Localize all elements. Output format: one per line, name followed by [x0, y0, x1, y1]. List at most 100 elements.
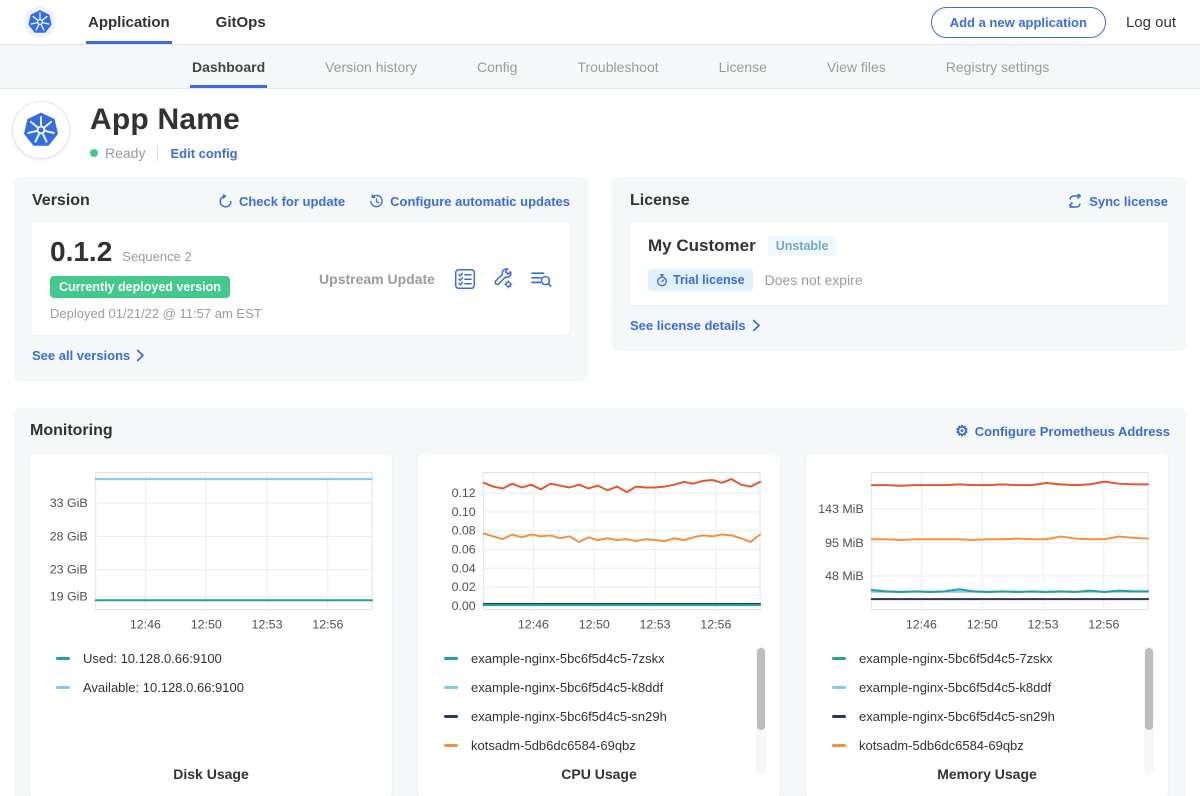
svg-text:12:50: 12:50 — [579, 618, 610, 632]
configure-prometheus-link[interactable]: ⚙ Configure Prometheus Address — [955, 424, 1170, 439]
cpu-usage-chart: 0.000.020.040.060.080.100.1212:4612:5012… — [430, 464, 768, 636]
disk-usage-chart-card: 19 GiB23 GiB28 GiB33 GiB12:4612:5012:531… — [30, 454, 392, 796]
app-sub-nav: Dashboard Version history Config Trouble… — [0, 45, 1200, 89]
app-header: App Name Ready Edit config — [0, 89, 1200, 177]
divider — [157, 146, 158, 161]
legend-item: example-nginx-5bc6f5d4c5-sn29h — [444, 702, 742, 731]
top-nav: Application GitOps Add a new application… — [0, 0, 1200, 45]
deployed-timestamp: Deployed 01/21/22 @ 11:57 am EST — [50, 306, 300, 321]
kubernetes-logo — [24, 6, 56, 38]
svg-text:12:46: 12:46 — [906, 618, 937, 632]
svg-text:0.12: 0.12 — [452, 486, 476, 500]
svg-text:12:46: 12:46 — [130, 618, 161, 632]
tab-config[interactable]: Config — [475, 45, 519, 88]
cpu-usage-legend: example-nginx-5bc6f5d4c5-7zskx example-ng… — [430, 644, 768, 760]
legend-label: example-nginx-5bc6f5d4c5-sn29h — [859, 709, 1055, 724]
svg-text:12:53: 12:53 — [1028, 618, 1059, 632]
legend-scrollbar-thumb[interactable] — [1145, 648, 1153, 730]
sync-license-link[interactable]: Sync license — [1067, 194, 1168, 209]
tab-version-history[interactable]: Version history — [323, 45, 419, 88]
license-expiry: Does not expire — [765, 272, 863, 288]
version-source: Upstream Update — [319, 271, 435, 287]
legend-item: kotsadm-5db6dc6584-69qbz — [832, 731, 1130, 760]
version-card: Version Check for update Configure autom… — [14, 177, 588, 381]
chart-title: Disk Usage — [42, 760, 380, 788]
legend-dash-icon — [444, 744, 458, 747]
version-sequence: Sequence 2 — [122, 249, 191, 264]
see-license-details-link[interactable]: See license details — [630, 318, 761, 333]
svg-text:0.00: 0.00 — [452, 599, 476, 613]
chart-title: CPU Usage — [430, 760, 768, 788]
legend-dash-icon — [832, 715, 846, 718]
nav-tab-application[interactable]: Application — [86, 0, 172, 44]
legend-dash-icon — [444, 686, 458, 689]
legend-item: kotsadm-5db6dc6584-69qbz — [444, 731, 742, 760]
legend-scrollbar-thumb[interactable] — [757, 648, 765, 730]
current-version-row: 0.1.2 Sequence 2 Currently deployed vers… — [32, 222, 570, 335]
svg-text:12:50: 12:50 — [967, 618, 998, 632]
svg-text:48 MiB: 48 MiB — [825, 569, 864, 583]
svg-text:23 GiB: 23 GiB — [50, 563, 88, 577]
deployed-badge: Currently deployed version — [50, 276, 230, 298]
monitoring-section: Monitoring ⚙ Configure Prometheus Addres… — [14, 408, 1186, 796]
svg-text:12:56: 12:56 — [1088, 618, 1119, 632]
license-card: License Sync license My Customer Unstabl… — [612, 177, 1186, 351]
legend-dash-icon — [444, 657, 458, 660]
legend-dash-icon — [832, 686, 846, 689]
legend-dash-icon — [832, 657, 846, 660]
svg-text:12:53: 12:53 — [640, 618, 671, 632]
version-number: 0.1.2 — [50, 236, 112, 268]
legend-item: example-nginx-5bc6f5d4c5-k8ddf — [832, 673, 1130, 702]
nav-tab-gitops[interactable]: GitOps — [214, 0, 268, 44]
svg-text:0.06: 0.06 — [452, 542, 476, 556]
clock-arrow-icon — [369, 194, 384, 209]
cpu-usage-chart-card: 0.000.020.040.060.080.100.1212:4612:5012… — [418, 454, 780, 796]
legend-label: kotsadm-5db6dc6584-69qbz — [471, 738, 636, 753]
legend-label: example-nginx-5bc6f5d4c5-7zskx — [471, 651, 665, 666]
tab-dashboard[interactable]: Dashboard — [190, 45, 267, 88]
tab-registry-settings[interactable]: Registry settings — [944, 45, 1051, 88]
svg-text:12:46: 12:46 — [518, 618, 549, 632]
app-avatar — [12, 101, 70, 159]
chevron-right-icon — [136, 349, 145, 362]
ready-status-dot — [90, 149, 98, 157]
tab-license[interactable]: License — [717, 45, 769, 88]
legend-scrollbar[interactable] — [1144, 646, 1154, 774]
legend-label: Available: 10.128.0.66:9100 — [83, 680, 244, 695]
legend-label: example-nginx-5bc6f5d4c5-7zskx — [859, 651, 1053, 666]
trial-license-badge: Trial license — [648, 269, 753, 291]
configure-automatic-updates-link[interactable]: Configure automatic updates — [369, 194, 570, 209]
stopwatch-icon — [656, 274, 668, 287]
license-summary-row: My Customer Unstable Trial license Does … — [630, 222, 1168, 305]
chart-title: Memory Usage — [818, 760, 1156, 788]
disk-usage-legend: Used: 10.128.0.66:9100Available: 10.128.… — [42, 644, 380, 702]
legend-dash-icon — [832, 744, 846, 747]
legend-scrollbar[interactable] — [756, 646, 766, 774]
svg-text:12:56: 12:56 — [312, 618, 343, 632]
tab-troubleshoot[interactable]: Troubleshoot — [575, 45, 660, 88]
add-application-button[interactable]: Add a new application — [931, 7, 1106, 38]
chart-line-example-nginx-5bc6f5d4c5-7zskx — [872, 589, 1148, 592]
legend-item: Available: 10.128.0.66:9100 — [56, 673, 354, 702]
legend-dash-icon — [444, 715, 458, 718]
check-for-update-link[interactable]: Check for update — [218, 194, 345, 209]
preflight-checklist-icon[interactable] — [454, 268, 476, 290]
svg-text:12:53: 12:53 — [252, 618, 283, 632]
view-logs-magnifier-icon[interactable] — [530, 268, 552, 290]
edit-config-link[interactable]: Edit config — [170, 146, 237, 161]
legend-label: example-nginx-5bc6f5d4c5-sn29h — [471, 709, 667, 724]
legend-dash-icon — [56, 686, 70, 689]
wrench-gear-icon[interactable] — [492, 268, 514, 290]
legend-item: example-nginx-5bc6f5d4c5-7zskx — [444, 644, 742, 673]
customer-name: My Customer — [648, 236, 756, 256]
tab-view-files[interactable]: View files — [825, 45, 888, 88]
gear-icon: ⚙ — [955, 424, 968, 439]
svg-text:19 GiB: 19 GiB — [50, 589, 88, 603]
see-all-versions-link[interactable]: See all versions — [32, 348, 145, 363]
legend-item: example-nginx-5bc6f5d4c5-k8ddf — [444, 673, 742, 702]
chart-line-kotsadm-5db6dc6584-69qbz — [872, 536, 1148, 539]
memory-usage-legend: example-nginx-5bc6f5d4c5-7zskx example-ng… — [818, 644, 1156, 760]
app-status: Ready — [105, 145, 145, 161]
logout-button[interactable]: Log out — [1126, 14, 1176, 31]
svg-text:33 GiB: 33 GiB — [50, 496, 88, 510]
